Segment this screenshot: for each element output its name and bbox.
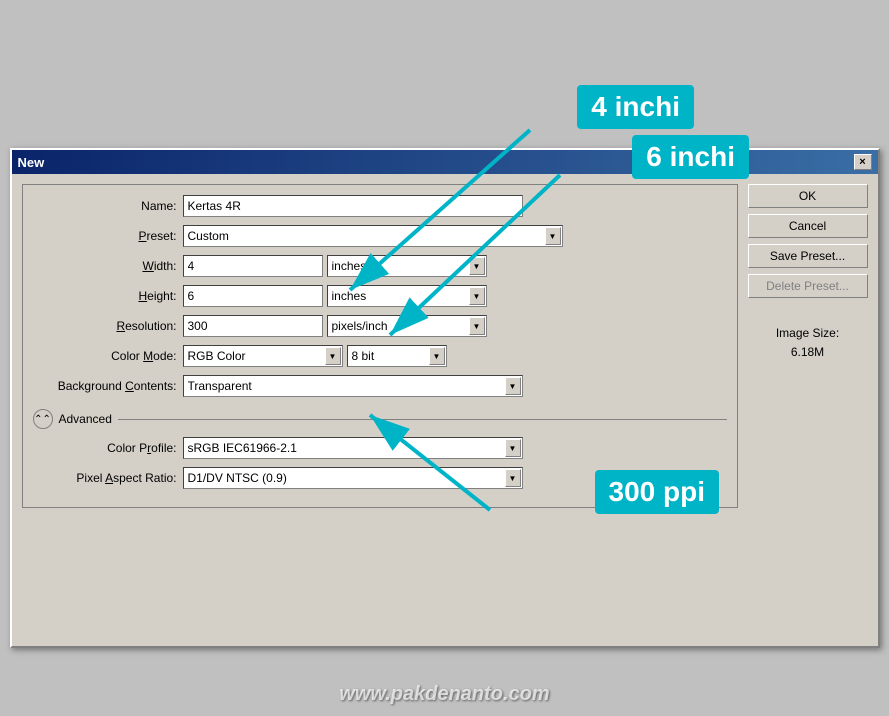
button-area: OK Cancel Save Preset... Delete Preset..… (748, 184, 868, 508)
color-profile-wrapper: sRGB IEC61966-2.1 Adobe RGB ProPhoto RGB… (183, 437, 523, 459)
delete-preset-button[interactable]: Delete Preset... (748, 274, 868, 298)
form-area: Name: Preset: Custom Default Photoshop S… (22, 184, 738, 508)
color-depth-wrapper: 8 bit 16 bit 32 bit ▼ (347, 345, 447, 367)
color-mode-label: Color Mode: (33, 349, 183, 363)
new-dialog: New × Name: Preset: Custom Default Photo… (10, 148, 880, 648)
color-mode-select[interactable]: RGB Color CMYK Color Grayscale (183, 345, 343, 367)
dialog-title: New (18, 155, 45, 170)
save-preset-button[interactable]: Save Preset... (748, 244, 868, 268)
bg-contents-label: Background Contents: (33, 379, 183, 393)
resolution-unit-select[interactable]: pixels/inch pixels/cm (327, 315, 487, 337)
pixel-aspect-row: Pixel Aspect Ratio: D1/DV NTSC (0.9) Squ… (33, 467, 727, 489)
watermark: www.pakdenanto.com (339, 683, 549, 706)
width-unit-select[interactable]: inches cm mm pixels (327, 255, 487, 277)
name-label: Name: (33, 199, 183, 213)
color-mode-row: Color Mode: RGB Color CMYK Color Graysca… (33, 345, 727, 367)
image-size-area: Image Size: 6.18M (748, 324, 868, 362)
name-row: Name: (33, 195, 727, 217)
resolution-row: Resolution: pixels/inch pixels/cm ▼ (33, 315, 727, 337)
bg-contents-select[interactable]: Transparent White Background Color (183, 375, 523, 397)
preset-select-wrapper: Custom Default Photoshop Size Letter ▼ (183, 225, 563, 247)
image-size-label: Image Size: (748, 324, 868, 343)
pixel-aspect-label: Pixel Aspect Ratio: (33, 471, 183, 485)
annotation-4inch: 4 inchi (577, 85, 694, 129)
advanced-label: Advanced (59, 412, 112, 426)
close-button[interactable]: × (854, 154, 872, 170)
preset-label: Preset: (33, 229, 183, 243)
height-unit-wrapper: inches cm mm pixels ▼ (327, 285, 487, 307)
preset-select[interactable]: Custom Default Photoshop Size Letter (183, 225, 563, 247)
height-unit-select[interactable]: inches cm mm pixels (327, 285, 487, 307)
width-unit-wrapper: inches cm mm pixels ▼ (327, 255, 487, 277)
width-input[interactable] (183, 255, 323, 277)
color-mode-wrapper: RGB Color CMYK Color Grayscale ▼ (183, 345, 343, 367)
advanced-section: ⌃⌃ Advanced (33, 409, 727, 429)
width-row: Width: inches cm mm pixels ▼ (33, 255, 727, 277)
resolution-label: Resolution: (33, 319, 183, 333)
resolution-unit-wrapper: pixels/inch pixels/cm ▼ (327, 315, 487, 337)
pixel-aspect-wrapper: D1/DV NTSC (0.9) Square D1/DV PAL (1.067… (183, 467, 523, 489)
advanced-toggle-button[interactable]: ⌃⌃ (33, 409, 53, 429)
dialog-titlebar: New × (12, 150, 878, 174)
pixel-aspect-select[interactable]: D1/DV NTSC (0.9) Square D1/DV PAL (1.067… (183, 467, 523, 489)
bg-contents-row: Background Contents: Transparent White B… (33, 375, 727, 397)
name-input[interactable] (183, 195, 523, 217)
height-row: Height: inches cm mm pixels ▼ (33, 285, 727, 307)
width-label: Width: (33, 259, 183, 273)
color-profile-select[interactable]: sRGB IEC61966-2.1 Adobe RGB ProPhoto RGB (183, 437, 523, 459)
ok-button[interactable]: OK (748, 184, 868, 208)
color-depth-select[interactable]: 8 bit 16 bit 32 bit (347, 345, 447, 367)
height-label: Height: (33, 289, 183, 303)
resolution-input[interactable] (183, 315, 323, 337)
bg-contents-wrapper: Transparent White Background Color ▼ (183, 375, 523, 397)
dialog-body: Name: Preset: Custom Default Photoshop S… (12, 174, 878, 518)
color-profile-row: Color Profile: sRGB IEC61966-2.1 Adobe R… (33, 437, 727, 459)
height-input[interactable] (183, 285, 323, 307)
cancel-button[interactable]: Cancel (748, 214, 868, 238)
advanced-divider (118, 419, 727, 420)
image-size-value: 6.18M (748, 343, 868, 362)
preset-row: Preset: Custom Default Photoshop Size Le… (33, 225, 727, 247)
color-profile-label: Color Profile: (33, 441, 183, 455)
